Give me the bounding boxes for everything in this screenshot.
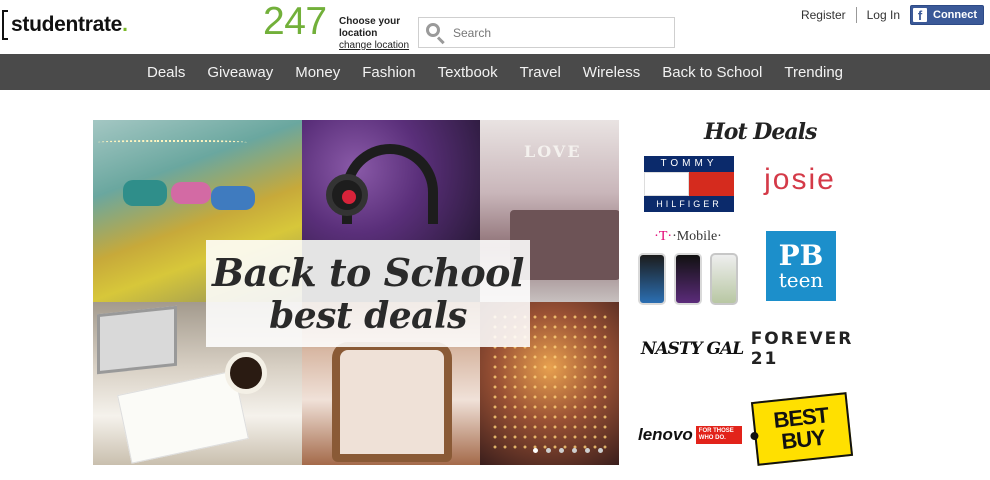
pbteen-pb: PB	[778, 239, 824, 272]
brand-josie[interactable]: josie	[750, 160, 850, 200]
brand-tommy-hilfiger[interactable]: TOMMY HILFIGER	[644, 155, 734, 213]
logo-word-student: student	[11, 13, 85, 36]
love-sign: LOVE	[524, 142, 582, 161]
carousel-dot[interactable]	[598, 448, 603, 453]
tommy-flag-icon	[644, 172, 734, 196]
nav-item-travel[interactable]: Travel	[509, 64, 572, 81]
nav-item-money[interactable]: Money	[284, 64, 351, 81]
tmobile-word: ·Mobile·	[672, 229, 722, 244]
site-header: student rate . 247 Choose your location …	[0, 0, 990, 54]
location-block: Choose your location change location	[339, 16, 409, 52]
pbteen-teen: teen	[778, 268, 824, 292]
lenovo-word: lenovo	[638, 425, 693, 444]
tag-hole-icon	[750, 431, 759, 441]
carousel-dot[interactable]	[572, 448, 577, 453]
brand-lenovo[interactable]: lenovo FOR THOSE WHO DO.	[638, 415, 742, 455]
logo-dot: .	[122, 13, 128, 36]
change-location-link[interactable]: change location	[339, 40, 409, 52]
brand-tmobile[interactable]: ·T··Mobile·	[636, 227, 740, 307]
brand-forever-21[interactable]: FOREVER 21	[751, 329, 852, 369]
search-box[interactable]	[418, 17, 675, 48]
hero-carousel[interactable]: LOVE Back to School best deals	[93, 120, 619, 465]
main-nav: Deals Giveaway Money Fashion Textbook Tr…	[0, 54, 990, 90]
hero-title: Back to School	[212, 249, 524, 295]
brand-best-buy[interactable]: BEST BUY	[750, 392, 854, 466]
nav-item-wireless[interactable]: Wireless	[572, 64, 652, 81]
nav-item-trending[interactable]: Trending	[773, 64, 854, 81]
phones-image	[634, 253, 742, 305]
facebook-icon: f	[913, 8, 927, 23]
nav-item-textbook[interactable]: Textbook	[427, 64, 509, 81]
hero-photo-headphones	[302, 120, 480, 240]
nav-item-giveaway[interactable]: Giveaway	[196, 64, 284, 81]
studentrate-logo[interactable]: student rate .	[2, 8, 128, 42]
bestbuy-bottom: BUY	[780, 424, 827, 455]
carousel-dot[interactable]	[585, 448, 590, 453]
carousel-pagination	[533, 448, 611, 453]
tommy-top-text: TOMMY	[644, 156, 734, 172]
carousel-dot[interactable]	[559, 448, 564, 453]
carousel-dot[interactable]	[533, 448, 538, 453]
hero-caption[interactable]: Back to School best deals	[206, 240, 530, 347]
phone-icon	[674, 253, 702, 305]
facebook-connect-button[interactable]: f Connect	[910, 5, 984, 25]
nav-item-fashion[interactable]: Fashion	[351, 64, 426, 81]
location-label: Choose your location	[339, 16, 401, 39]
hot-deals-title: Hot Deals	[704, 119, 817, 145]
register-link[interactable]: Register	[801, 8, 846, 22]
tommy-bottom-text: HILFIGER	[644, 196, 734, 212]
tmobile-prefix: ·T·	[654, 229, 673, 244]
auth-divider	[855, 7, 857, 23]
hot-deals-panel: Hot Deals TOMMY HILFIGER josie ·T··Mobil…	[630, 115, 860, 470]
carousel-dot[interactable]	[546, 448, 551, 453]
hero-subtitle: best deals	[269, 294, 467, 337]
nav-item-back-to-school[interactable]: Back to School	[651, 64, 773, 81]
auth-links: Register Log In f Connect	[801, 5, 984, 25]
lenovo-tagline: FOR THOSE WHO DO.	[695, 426, 742, 444]
connect-label: Connect	[933, 9, 977, 21]
brand-nasty-gal[interactable]: NASTY GAL	[640, 331, 744, 367]
search-icon[interactable]	[423, 21, 447, 45]
login-link[interactable]: Log In	[867, 8, 900, 22]
phone-icon	[638, 253, 666, 305]
tmobile-logo: ·T··Mobile·	[654, 229, 722, 245]
search-input[interactable]	[453, 25, 663, 40]
phone-icon	[710, 253, 738, 305]
nav-item-deals[interactable]: Deals	[136, 64, 196, 81]
brand-pbteen[interactable]: PB teen	[766, 231, 836, 301]
logo-word-rate: rate	[84, 13, 123, 36]
deal-counter: 247	[263, 0, 327, 43]
logo-bracket	[2, 10, 8, 40]
